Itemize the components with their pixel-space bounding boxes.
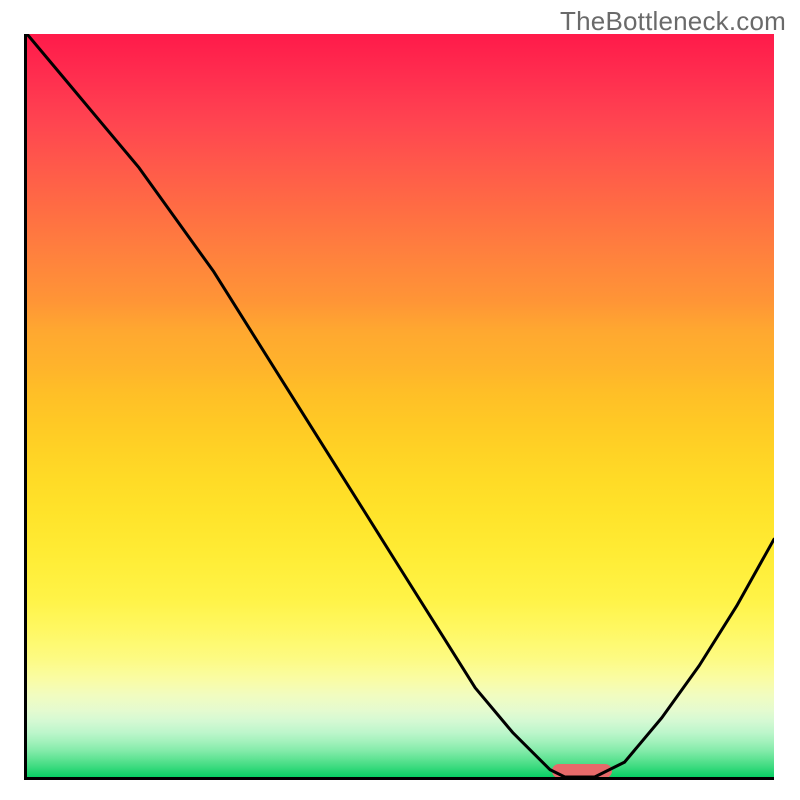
- chart-canvas: TheBottleneck.com: [0, 0, 800, 800]
- watermark-text: TheBottleneck.com: [560, 6, 786, 37]
- chart-axes: [24, 34, 774, 780]
